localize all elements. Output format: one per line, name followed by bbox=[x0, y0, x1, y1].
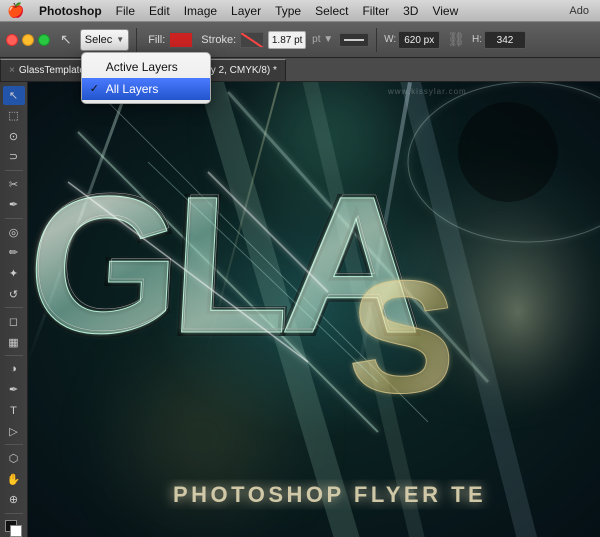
tool-select-rect[interactable]: ⬚ bbox=[3, 107, 25, 126]
maximize-window-button[interactable] bbox=[38, 34, 50, 46]
foreground-background-colors[interactable] bbox=[5, 520, 23, 535]
width-field: W: 620 px bbox=[384, 31, 440, 49]
selection-tool-icon: ↖ bbox=[60, 31, 72, 48]
sidebar-separator-3 bbox=[5, 307, 23, 308]
tool-move[interactable]: ↖ bbox=[3, 86, 25, 105]
canvas-area[interactable]: GLA GLA GLA GLA S S bbox=[28, 82, 600, 537]
stroke-unit-dropdown[interactable]: pt ▼ bbox=[312, 34, 333, 45]
toolbar-separator-2 bbox=[376, 28, 377, 52]
tool-clone[interactable]: ✦ bbox=[3, 264, 25, 283]
toolbar-separator-1 bbox=[136, 28, 137, 52]
tool-zoom[interactable]: ⊕ bbox=[3, 490, 25, 509]
canvas-image: GLA GLA GLA GLA S S bbox=[28, 82, 600, 537]
menu-filter[interactable]: Filter bbox=[355, 0, 396, 22]
h-label: H: bbox=[472, 34, 482, 45]
link-proportions-icon[interactable]: ⛓ bbox=[447, 31, 465, 48]
menu-layer[interactable]: Layer bbox=[224, 0, 268, 22]
apple-menu[interactable]: 🍎 bbox=[0, 0, 32, 22]
tool-gradient[interactable]: ▦ bbox=[3, 333, 25, 352]
stroke-value: 1.87 pt bbox=[268, 31, 306, 49]
stroke-label: Stroke: bbox=[201, 34, 236, 46]
tool-select-ellipse[interactable]: ⊙ bbox=[3, 127, 25, 146]
tool-history-brush[interactable]: ↺ bbox=[3, 285, 25, 304]
svg-text:PHOTOSHOP FLYER TE: PHOTOSHOP FLYER TE bbox=[173, 482, 486, 507]
tool-eyedropper[interactable]: ✒ bbox=[3, 196, 25, 215]
dropdown-item-all-layers[interactable]: All Layers bbox=[82, 78, 210, 100]
tool-shape[interactable]: ⬡ bbox=[3, 449, 25, 468]
sidebar-separator-4 bbox=[5, 355, 23, 356]
stroke-style-dropdown[interactable] bbox=[339, 33, 369, 47]
main-area: ↖ ⬚ ⊙ ⊃ ✂ ✒ ◎ ✏ ✦ ↺ ◻ ▦ ◑ ✒ T ▷ ⬡ ✋ ⊕ bbox=[0, 82, 600, 537]
minimize-window-button[interactable] bbox=[22, 34, 34, 46]
toolbar: ↖ Selec ▼ Active Layers All Layers Fill:… bbox=[0, 22, 600, 58]
fill-label: Fill: bbox=[148, 34, 165, 46]
menu-image[interactable]: Image bbox=[177, 0, 224, 22]
tool-spot-heal[interactable]: ◎ bbox=[3, 223, 25, 242]
tool-dodge[interactable]: ◑ bbox=[3, 360, 25, 379]
select-dropdown-label: Selec bbox=[85, 34, 113, 46]
stroke-swatch[interactable] bbox=[240, 32, 264, 48]
height-field: H: 342 bbox=[472, 31, 526, 49]
height-input[interactable]: 342 bbox=[484, 31, 526, 49]
sidebar: ↖ ⬚ ⊙ ⊃ ✂ ✒ ◎ ✏ ✦ ↺ ◻ ▦ ◑ ✒ T ▷ ⬡ ✋ ⊕ bbox=[0, 82, 28, 537]
menu-bar: 🍎 Photoshop File Edit Image Layer Type S… bbox=[0, 0, 600, 22]
menu-ado: Ado bbox=[562, 0, 596, 22]
sidebar-separator-1 bbox=[5, 170, 23, 171]
sidebar-separator-2 bbox=[5, 218, 23, 219]
menu-view[interactable]: View bbox=[425, 0, 465, 22]
select-dropdown[interactable]: Selec ▼ Active Layers All Layers bbox=[80, 29, 129, 51]
menu-right: Ado bbox=[562, 0, 600, 22]
menu-3d[interactable]: 3D bbox=[396, 0, 425, 22]
tool-path-select[interactable]: ▷ bbox=[3, 422, 25, 441]
menu-photoshop[interactable]: Photoshop bbox=[32, 0, 109, 22]
tool-lasso[interactable]: ⊃ bbox=[3, 148, 25, 167]
tool-hand[interactable]: ✋ bbox=[3, 470, 25, 489]
menu-type[interactable]: Type bbox=[268, 0, 308, 22]
tool-pen[interactable]: ✒ bbox=[3, 381, 25, 400]
canvas-svg: GLA GLA GLA GLA S S bbox=[28, 82, 600, 537]
menu-edit[interactable]: Edit bbox=[142, 0, 177, 22]
fill-swatch[interactable] bbox=[169, 32, 193, 48]
window-controls bbox=[6, 34, 50, 46]
menu-select[interactable]: Select bbox=[308, 0, 355, 22]
close-window-button[interactable] bbox=[6, 34, 18, 46]
dropdown-item-active-layers[interactable]: Active Layers bbox=[82, 56, 210, 78]
tool-crop[interactable]: ✂ bbox=[3, 175, 25, 194]
sidebar-separator-6 bbox=[5, 513, 23, 514]
sidebar-separator-5 bbox=[5, 444, 23, 445]
tool-type[interactable]: T bbox=[3, 401, 25, 420]
svg-text:www.kissylar.com: www.kissylar.com bbox=[387, 87, 467, 96]
tool-brush[interactable]: ✏ bbox=[3, 244, 25, 263]
tab-close-button[interactable]: × bbox=[9, 65, 15, 76]
width-input[interactable]: 620 px bbox=[398, 31, 440, 49]
dropdown-menu: Active Layers All Layers bbox=[81, 52, 211, 104]
menu-file[interactable]: File bbox=[109, 0, 142, 22]
dropdown-arrow-icon: ▼ bbox=[116, 35, 124, 44]
w-label: W: bbox=[384, 34, 396, 45]
tool-eraser[interactable]: ◻ bbox=[3, 312, 25, 331]
